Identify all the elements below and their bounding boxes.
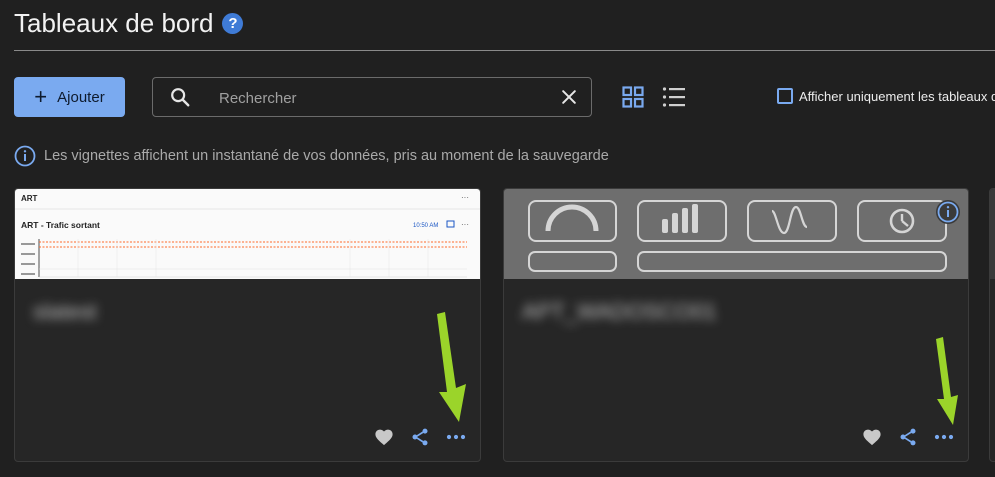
- snapshot-info: Les vignettes affichent un instantané de…: [14, 145, 609, 167]
- list-view-icon[interactable]: [662, 86, 686, 108]
- search-icon: [171, 88, 190, 107]
- help-icon[interactable]: ?: [222, 13, 244, 34]
- add-button[interactable]: + Ajouter: [14, 77, 125, 117]
- favorites-only-toggle[interactable]: Afficher uniquement les tableaux d: [777, 88, 995, 104]
- page-title: Tableaux de bord ?: [14, 8, 244, 39]
- dashboard-thumbnail-placeholder[interactable]: [504, 189, 968, 279]
- heart-icon[interactable]: [374, 428, 394, 446]
- svg-text:···: ···: [461, 193, 469, 202]
- header-divider: [14, 50, 995, 51]
- dashboard-card[interactable]: ART ··· ART - Trafic sortant 10:50 AM ··…: [14, 188, 481, 462]
- placeholder-widgets: [528, 200, 947, 272]
- card-actions: [862, 427, 954, 447]
- thumb-header-text: ART: [21, 194, 38, 203]
- search-box[interactable]: [152, 77, 592, 117]
- arrow-annotation-icon: [936, 337, 958, 425]
- more-icon[interactable]: [934, 433, 954, 441]
- arrow-annotation-icon: [437, 312, 466, 422]
- more-icon[interactable]: [446, 433, 466, 441]
- dashboard-name[interactable]: slatest: [33, 299, 97, 325]
- thumb-time: 10:50 AM: [413, 223, 438, 229]
- search-input[interactable]: [217, 86, 541, 110]
- info-icon: [14, 145, 36, 167]
- dashboard-thumbnail[interactable]: ART ··· ART - Trafic sortant 10:50 AM ··…: [15, 189, 480, 279]
- page-title-text: Tableaux de bord: [14, 8, 214, 38]
- plus-icon: +: [34, 84, 48, 109]
- dashboard-thumbnail-partial: [990, 189, 995, 279]
- card-actions: [374, 427, 466, 447]
- dashboard-card[interactable]: APT_WADOSCO01: [503, 188, 969, 462]
- favorites-only-checkbox[interactable]: [777, 88, 793, 104]
- dashboard-name[interactable]: APT_WADOSCO01: [522, 299, 717, 325]
- close-icon[interactable]: [559, 87, 579, 107]
- svg-text:···: ···: [461, 220, 469, 229]
- info-icon[interactable]: [935, 199, 961, 225]
- grid-view-icon[interactable]: [622, 86, 644, 108]
- thumbnail-preview: ART ··· ART - Trafic sortant 10:50 AM ··…: [15, 193, 480, 278]
- thumb-panel-title: ART - Trafic sortant: [21, 220, 100, 230]
- snapshot-info-text: Les vignettes affichent un instantané de…: [44, 148, 609, 164]
- favorites-only-label: Afficher uniquement les tableaux d: [799, 88, 995, 104]
- dashboard-card-partial[interactable]: [989, 188, 995, 462]
- heart-icon[interactable]: [862, 428, 882, 446]
- share-icon[interactable]: [898, 427, 918, 447]
- share-icon[interactable]: [410, 427, 430, 447]
- add-button-label: Ajouter: [57, 88, 105, 106]
